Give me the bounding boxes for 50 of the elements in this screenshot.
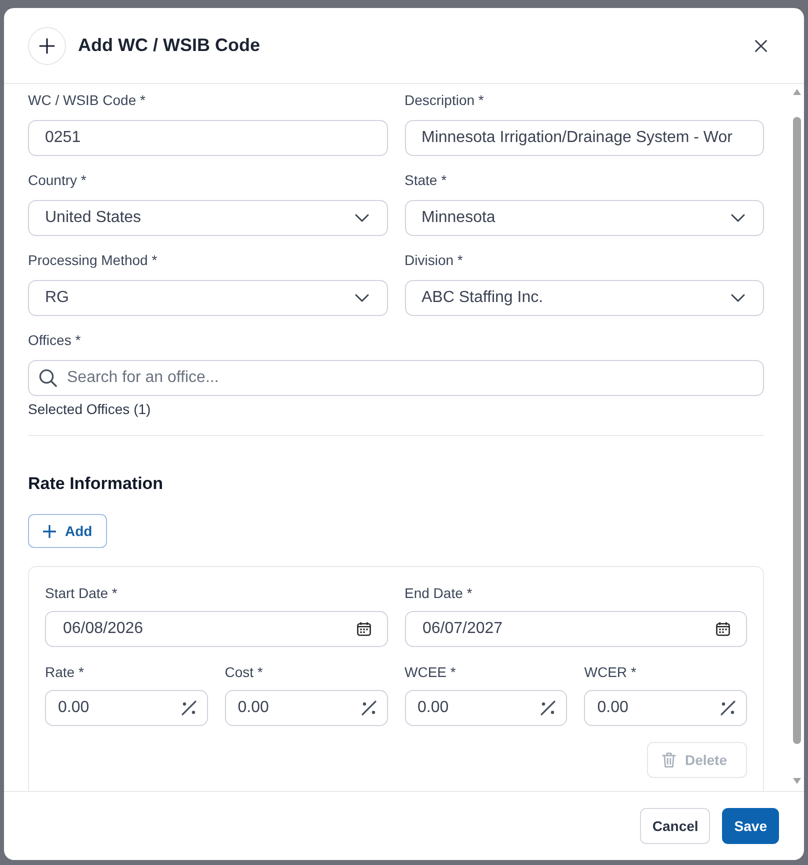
dropdown[interactable]: ABC Staffing Inc.: [404, 280, 764, 316]
text-field[interactable]: 0251: [28, 120, 388, 156]
section-heading: Rate Information: [28, 473, 164, 495]
percent-field[interactable]: 0.00: [584, 690, 747, 726]
field-label: Offices *: [28, 331, 82, 350]
scroll-down-icon[interactable]: [793, 778, 801, 784]
date-field[interactable]: 06/08/2026: [45, 611, 388, 647]
add-button[interactable]: Add: [28, 514, 108, 548]
field-label: Rate *: [45, 663, 85, 682]
percent-icon: [540, 700, 556, 716]
field-label: Start Date *: [45, 584, 118, 603]
percent-field[interactable]: 0.00: [404, 690, 568, 726]
date-field[interactable]: 06/07/2027: [404, 611, 747, 647]
field-label: State *: [404, 171, 448, 190]
dropdown[interactable]: RG: [28, 280, 388, 316]
selected-offices-label: Selected Offices (1): [28, 400, 152, 419]
chevron-down-icon: [731, 214, 745, 222]
plus-icon: [43, 524, 56, 538]
field-label: Division *: [404, 251, 464, 270]
search-field[interactable]: Search for an office...: [28, 360, 764, 396]
percent-icon: [360, 700, 376, 716]
calendar-icon: [356, 622, 370, 636]
trash-icon: [662, 752, 676, 768]
dropdown[interactable]: Minnesota: [404, 200, 764, 236]
field-label: End Date *: [404, 584, 474, 603]
scroll-up-icon[interactable]: [793, 89, 801, 95]
chevron-down-icon: [731, 294, 745, 302]
text-field[interactable]: Minnesota Irrigation/Drainage System - Wor: [404, 120, 764, 156]
cancel-button[interactable]: Cancel: [640, 808, 710, 844]
search-icon: [39, 369, 57, 387]
plus-icon: [28, 26, 66, 64]
percent-field[interactable]: 0.00: [45, 690, 208, 726]
percent-icon: [720, 700, 736, 716]
dialog-title: Add WC / WSIB Code: [78, 35, 261, 56]
field-label: Cost *: [224, 663, 264, 682]
percent-icon: [180, 700, 197, 716]
save-button[interactable]: Save: [722, 808, 779, 844]
field-label: Processing Method *: [28, 251, 158, 270]
chevron-down-icon: [354, 294, 368, 302]
field-label: WC / WSIB Code *: [28, 91, 146, 110]
percent-field[interactable]: 0.00: [224, 690, 388, 726]
dropdown[interactable]: United States: [28, 200, 388, 236]
close-icon[interactable]: [755, 40, 767, 52]
scrollbar-thumb[interactable]: [793, 117, 801, 744]
field-label: Description *: [404, 91, 485, 110]
field-label: Country *: [28, 171, 88, 190]
chevron-down-icon: [354, 214, 368, 222]
field-label: WCEE *: [404, 663, 457, 682]
calendar-icon: [716, 622, 730, 636]
field-label: WCER *: [584, 663, 638, 682]
